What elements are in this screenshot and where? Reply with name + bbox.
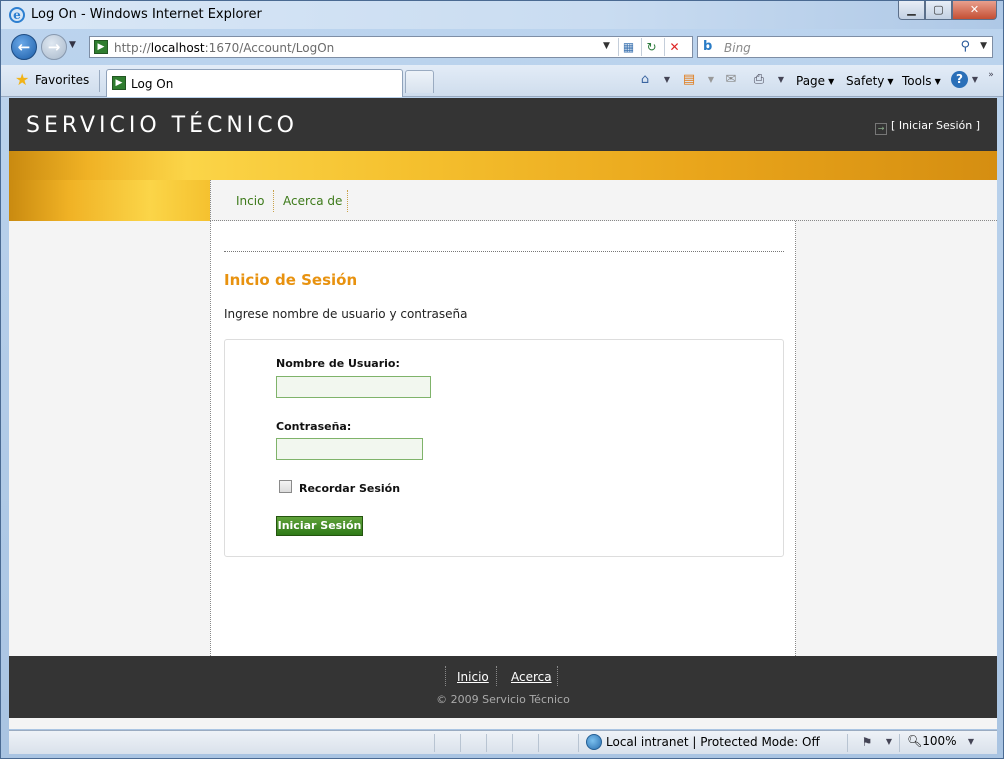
header-banner [9, 151, 997, 180]
username-label: Nombre de Usuario: [276, 357, 400, 370]
help-dropdown-icon[interactable]: ▼ [967, 72, 983, 88]
password-label: Contraseña: [276, 420, 352, 433]
stop-icon[interactable]: ✕ [664, 38, 684, 56]
forward-button[interactable]: → [41, 34, 67, 60]
print-icon[interactable]: ⎙ [751, 72, 767, 88]
banner-side [9, 180, 210, 221]
maximize-button[interactable]: ▢ [925, 1, 952, 20]
footer-link-acerca[interactable]: Acerca [511, 670, 552, 684]
status-divider [434, 734, 435, 752]
menu-divider [273, 190, 274, 212]
remember-checkbox[interactable] [279, 480, 292, 493]
zoom-level[interactable]: 🔍︎100% [907, 734, 957, 748]
help-icon[interactable]: ? [951, 71, 968, 88]
remember-label: Recordar Sesión [299, 482, 401, 495]
search-box[interactable]: b Bing ⚲ ▼ [697, 36, 993, 58]
feeds-icon[interactable]: ▤ [681, 72, 697, 88]
page-title: Inicio de Sesión [224, 271, 358, 289]
username-field[interactable] [276, 376, 431, 398]
status-divider [538, 734, 539, 752]
status-divider [847, 734, 848, 752]
back-button[interactable]: ← [11, 34, 37, 60]
tab-bar: ★ Favorites ▶ Log On ⌂ ▼ ▤ ▼ ✉ ⎙ ▼ Page ▼… [1, 65, 1003, 97]
status-divider [460, 734, 461, 752]
refresh-icon[interactable]: ↻ [641, 38, 661, 56]
close-button[interactable]: ✕ [952, 1, 997, 20]
menu-divider [347, 190, 348, 212]
new-tab-button[interactable] [405, 70, 434, 93]
site-header: SERVICIO TÉCNICO →[ Iniciar Sesión ] [9, 98, 997, 151]
bing-icon: b [703, 39, 713, 54]
security-zone[interactable]: Local intranet | Protected Mode: Off [606, 735, 820, 749]
menu-item-inicio[interactable]: Incio [236, 194, 264, 208]
navigation-bar: ← → ▼ ▶ http://localhost:1670/Account/Lo… [1, 29, 1003, 65]
menu-item-acerca[interactable]: Acerca de [283, 194, 342, 208]
address-dropdown-icon[interactable]: ▼ [603, 41, 610, 51]
login-instructions: Ingrese nombre de usuario y contraseña [224, 307, 468, 321]
address-bar[interactable]: ▶ http://localhost:1670/Account/LogOn ▼ … [89, 36, 693, 58]
search-icon[interactable]: ⚲ [960, 39, 970, 54]
login-link[interactable]: →[ Iniciar Sesión ] [875, 119, 980, 135]
toolbar-divider [99, 70, 100, 92]
home-icon[interactable]: ⌂ [637, 72, 653, 88]
print-dropdown-icon[interactable]: ▼ [773, 72, 789, 88]
page-viewport: SERVICIO TÉCNICO →[ Iniciar Sesión ] Inc… [9, 98, 997, 729]
search-options-dropdown-icon[interactable]: ▼ [980, 41, 987, 51]
protected-mode-dropdown-icon[interactable]: ▼ [881, 734, 897, 750]
protected-mode-icon[interactable]: ⚑ [859, 734, 875, 750]
status-divider [899, 734, 900, 752]
page-menu[interactable]: Page ▼ [796, 71, 834, 91]
page-icon: ▶ [112, 76, 126, 90]
tools-menu[interactable]: Tools ▼ [902, 71, 941, 91]
footer-link-inicio[interactable]: Inicio [457, 670, 489, 684]
safety-menu[interactable]: Safety ▼ [846, 71, 894, 91]
compatibility-view-icon[interactable]: ▦ [618, 38, 638, 56]
footer-divider [557, 666, 558, 686]
tab-label: Log On [131, 77, 174, 91]
footer-divider [445, 666, 446, 686]
browser-window: e Log On - Windows Internet Explorer ▁ ▢… [0, 0, 1004, 759]
minimize-button[interactable]: ▁ [898, 1, 925, 20]
page-icon: ▶ [94, 40, 108, 54]
login-submit-button[interactable]: Iniciar Sesión [276, 516, 363, 536]
star-icon: ★ [15, 70, 30, 89]
zoom-icon: 🔍︎ [907, 734, 923, 748]
favorites-button[interactable]: ★ Favorites [11, 70, 95, 92]
status-divider [578, 734, 579, 752]
feeds-dropdown-icon[interactable]: ▼ [703, 72, 719, 88]
intranet-zone-icon [586, 734, 602, 750]
recent-pages-dropdown-icon[interactable]: ▼ [69, 40, 76, 50]
window-title: Log On - Windows Internet Explorer [31, 7, 262, 22]
login-icon: → [875, 123, 888, 135]
tab-log-on[interactable]: ▶ Log On [106, 69, 403, 97]
favorites-label: Favorites [35, 73, 90, 87]
address-url[interactable]: http://localhost:1670/Account/LogOn [114, 41, 334, 55]
zoom-dropdown-icon[interactable]: ▼ [963, 734, 979, 750]
copyright: © 2009 Servicio Técnico [436, 693, 570, 706]
password-field[interactable] [276, 438, 423, 460]
site-title: SERVICIO TÉCNICO [26, 113, 298, 138]
login-form: Nombre de Usuario: Contraseña: Recordar … [224, 339, 784, 557]
title-bar: e Log On - Windows Internet Explorer ▁ ▢… [1, 1, 1003, 29]
ie-logo-icon: e [9, 7, 25, 23]
content-divider [224, 251, 784, 252]
status-bar: Local intranet | Protected Mode: Off ⚑ ▼… [9, 730, 997, 754]
chevron-more-icon[interactable]: » [983, 67, 999, 83]
footer-divider [496, 666, 497, 686]
status-divider [512, 734, 513, 752]
read-mail-icon[interactable]: ✉ [723, 72, 739, 88]
main-content: Inicio de Sesión Ingrese nombre de usuar… [210, 221, 796, 656]
search-placeholder[interactable]: Bing [724, 41, 751, 55]
site-footer: Inicio Acerca © 2009 Servicio Técnico [9, 656, 997, 718]
main-menu: Incio Acerca de [210, 180, 997, 221]
home-dropdown-icon[interactable]: ▼ [659, 72, 675, 88]
status-divider [486, 734, 487, 752]
